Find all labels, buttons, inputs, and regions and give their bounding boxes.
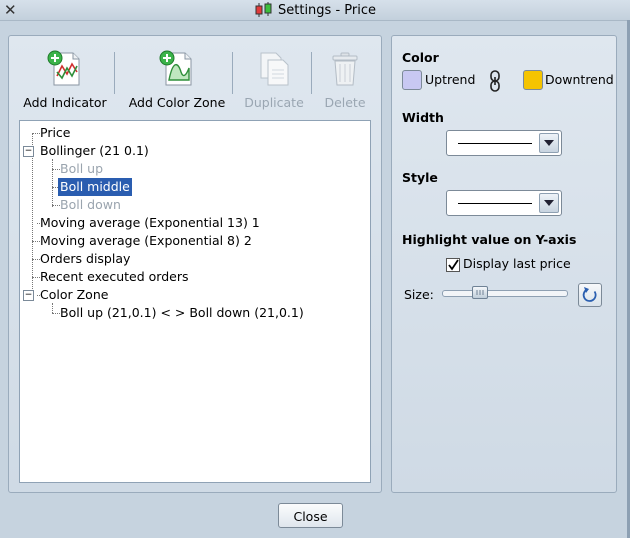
width-line-preview — [458, 143, 532, 144]
candlestick-icon — [255, 2, 272, 17]
tree-item-ma8[interactable]: Moving average (Exponential 8) 2 — [38, 232, 254, 250]
duplicate-button[interactable]: Duplicate — [241, 50, 307, 110]
add-color-zone-button[interactable]: Add Color Zone — [125, 50, 229, 110]
tree-item-boll-up[interactable]: Boll up — [58, 160, 105, 178]
style-dropdown-button[interactable] — [539, 193, 559, 213]
uptrend-color-swatch[interactable] — [402, 70, 422, 90]
style-line-preview — [458, 203, 532, 204]
downtrend-label: Downtrend — [545, 72, 614, 87]
chain-link-icon[interactable] — [489, 70, 501, 92]
duplicate-icon — [260, 52, 289, 86]
chevron-down-icon — [544, 140, 554, 146]
tree-connector — [52, 303, 53, 313]
width-select[interactable] — [446, 130, 562, 156]
chevron-down-icon — [544, 200, 554, 206]
add-color-zone-label: Add Color Zone — [128, 95, 226, 110]
indicator-tree: − − Price Bollinger (21 0.1) Boll up Bol… — [19, 120, 371, 483]
add-indicator-label: Add Indicator — [23, 95, 107, 110]
delete-button[interactable]: Delete — [319, 50, 371, 110]
checkmark-icon — [448, 259, 459, 271]
tree-item-price[interactable]: Price — [38, 124, 73, 142]
display-last-price-label: Display last price — [463, 256, 571, 271]
grip-icon — [476, 290, 484, 295]
delete-label: Delete — [324, 95, 366, 110]
size-label: Size: — [404, 287, 434, 302]
tree-item-zone[interactable]: Boll up (21,0.1) < > Boll down (21,0.1) — [58, 304, 306, 322]
reset-icon — [582, 287, 597, 302]
add-indicator-button[interactable]: Add Indicator — [19, 50, 111, 110]
properties-panel: Color Uptrend Downtrend Width Style High… — [391, 35, 617, 493]
highlight-section-title: Highlight value on Y-axis — [402, 232, 577, 247]
bollinger-collapse-toggle[interactable]: − — [23, 146, 34, 157]
window-title: Settings - Price — [278, 2, 376, 18]
add-color-zone-icon — [159, 50, 192, 86]
tree-item-bollinger[interactable]: Bollinger (21 0.1) — [38, 142, 151, 160]
tree-item-boll-down[interactable]: Boll down — [58, 196, 123, 214]
toolbar-separator — [232, 52, 233, 94]
tree-connector — [32, 133, 33, 295]
tree-connector — [52, 159, 53, 207]
tree-item-orders-display[interactable]: Orders display — [38, 250, 132, 268]
title-wrap: Settings - Price — [0, 0, 630, 20]
display-last-price-checkbox[interactable] — [446, 258, 460, 272]
color-section-title: Color — [402, 50, 439, 65]
style-select[interactable] — [446, 190, 562, 216]
left-panel: Add Indicator Add Color Zone Duplicate D… — [8, 35, 382, 493]
tree-item-ma13[interactable]: Moving average (Exponential 13) 1 — [38, 214, 262, 232]
toolbar-separator — [311, 52, 312, 94]
style-section-title: Style — [402, 170, 438, 185]
color-zone-collapse-toggle[interactable]: − — [23, 290, 34, 301]
tree-item-recent-orders[interactable]: Recent executed orders — [38, 268, 191, 286]
width-dropdown-button[interactable] — [539, 133, 559, 153]
tree-item-boll-middle[interactable]: Boll middle — [58, 178, 132, 196]
size-slider-track[interactable] — [442, 290, 568, 297]
toolbar-separator — [114, 52, 115, 94]
title-bar: ✕ Settings - Price — [0, 0, 630, 21]
close-button[interactable]: Close — [278, 503, 343, 528]
toolbar: Add Indicator Add Color Zone Duplicate D… — [9, 36, 381, 116]
downtrend-color-swatch[interactable] — [523, 70, 543, 90]
uptrend-label: Uptrend — [425, 72, 476, 87]
size-reset-button[interactable] — [578, 283, 602, 307]
width-section-title: Width — [402, 110, 444, 125]
add-indicator-icon — [47, 50, 80, 86]
size-slider-thumb[interactable] — [472, 286, 488, 299]
tree-item-color-zone[interactable]: Color Zone — [38, 286, 110, 304]
trash-icon — [332, 52, 358, 86]
duplicate-label: Duplicate — [244, 95, 304, 110]
